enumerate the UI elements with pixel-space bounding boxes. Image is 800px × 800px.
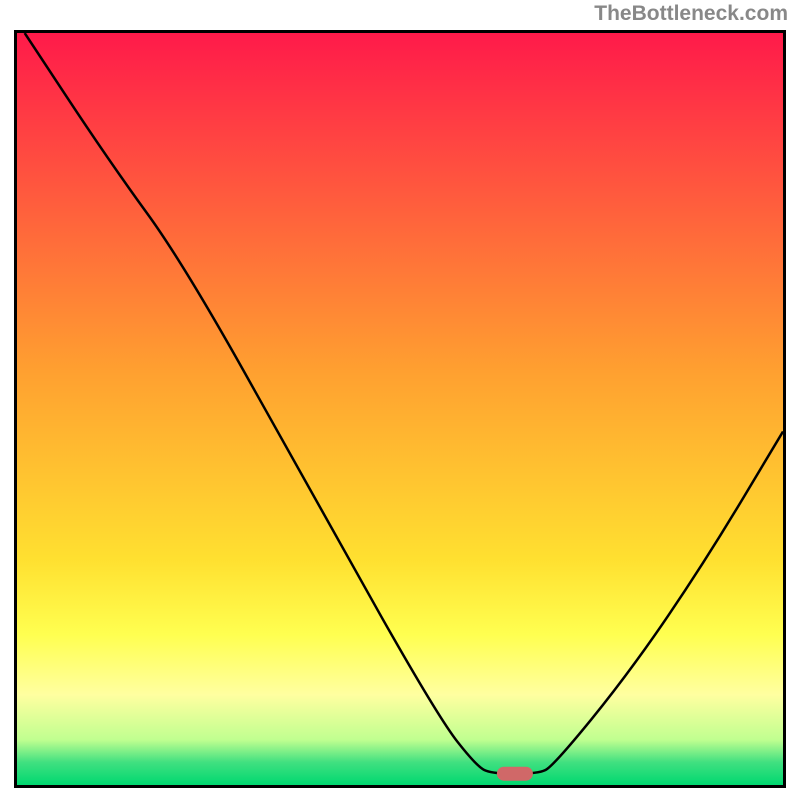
chart-svg	[17, 33, 783, 785]
watermark: TheBottleneck.com	[594, 2, 788, 26]
optimal-marker	[497, 767, 533, 781]
bottleneck-chart	[14, 30, 786, 788]
gradient-background	[17, 33, 783, 785]
